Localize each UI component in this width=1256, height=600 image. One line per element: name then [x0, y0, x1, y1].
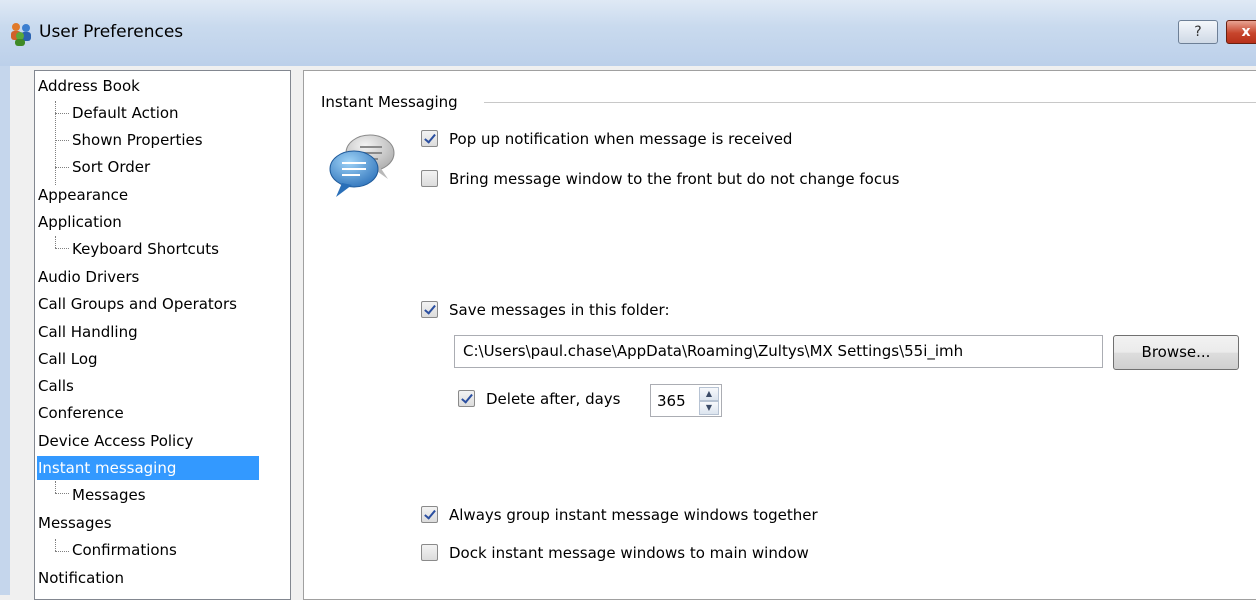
tree-guide — [55, 236, 56, 248]
tree-guide — [55, 481, 56, 493]
delete-days-value[interactable]: 365 — [657, 392, 686, 410]
tree-guide — [55, 493, 69, 494]
window-title: User Preferences — [39, 22, 184, 42]
delete-after-label: Delete after, days — [486, 390, 621, 408]
tree-guide — [55, 167, 69, 168]
delete-days-stepper[interactable]: 365 ▲ ▼ — [650, 384, 722, 417]
folder-path-input[interactable]: C:\Users\paul.chase\AppData\Roaming\Zult… — [454, 335, 1103, 368]
help-button[interactable]: ? — [1178, 20, 1218, 44]
popup-notification-label: Pop up notification when message is rece… — [449, 130, 793, 148]
tree-item-confirmations[interactable]: Confirmations — [72, 538, 177, 562]
bring-to-front-checkbox[interactable] — [421, 170, 438, 187]
tree-item-address-book[interactable]: Address Book — [38, 74, 140, 98]
group-windows-label: Always group instant message windows tog… — [449, 506, 818, 524]
people-icon — [11, 23, 31, 46]
tree-item-calls[interactable]: Calls — [38, 374, 74, 398]
bring-to-front-label: Bring message window to the front but do… — [449, 170, 900, 188]
tree-item-sort-order[interactable]: Sort Order — [72, 155, 150, 179]
dock-windows-checkbox[interactable] — [421, 544, 438, 561]
tree-item-notification[interactable]: Notification — [38, 566, 124, 590]
tree-guide — [55, 551, 69, 552]
tree-guide — [55, 539, 56, 551]
group-title: Instant Messaging — [321, 93, 462, 111]
tree-item-call-handling[interactable]: Call Handling — [38, 320, 138, 344]
tree-item-messages[interactable]: Messages — [38, 511, 112, 535]
tree-item-conference[interactable]: Conference — [38, 401, 124, 425]
tree-item-instant-messaging[interactable]: Instant messaging — [37, 456, 259, 480]
group-divider — [484, 102, 1256, 103]
tree-item-device-access-policy[interactable]: Device Access Policy — [38, 429, 193, 453]
tree-item-audio-drivers[interactable]: Audio Drivers — [38, 265, 139, 289]
title-bar: User Preferences ? x — [0, 0, 1256, 66]
window-edge — [0, 66, 10, 595]
tree-item-call-groups[interactable]: Call Groups and Operators — [38, 292, 237, 316]
tree-guide — [55, 248, 69, 249]
save-messages-checkbox[interactable] — [421, 301, 438, 318]
popup-notification-checkbox[interactable] — [421, 130, 438, 147]
tree-item-appearance[interactable]: Appearance — [38, 183, 128, 207]
tree-guide — [55, 113, 69, 114]
tree-item-keyboard-shortcuts[interactable]: Keyboard Shortcuts — [72, 237, 219, 261]
tree-item-shown-properties[interactable]: Shown Properties — [72, 128, 203, 152]
tree-item-application[interactable]: Application — [38, 210, 122, 234]
tree-item-call-log[interactable]: Call Log — [38, 347, 98, 371]
spin-down-icon[interactable]: ▼ — [699, 401, 719, 415]
tree-guide — [55, 140, 69, 141]
tree-item-default-action[interactable]: Default Action — [72, 101, 179, 125]
delete-after-checkbox[interactable] — [458, 390, 475, 407]
spin-up-icon[interactable]: ▲ — [699, 387, 719, 401]
browse-button[interactable]: Browse... — [1113, 335, 1239, 370]
close-button[interactable]: x — [1226, 20, 1256, 44]
chat-bubbles-icon — [329, 134, 395, 197]
group-windows-checkbox[interactable] — [421, 506, 438, 523]
save-messages-label: Save messages in this folder: — [449, 301, 670, 319]
preferences-tree[interactable]: Address Book Default Action Shown Proper… — [34, 70, 291, 600]
dock-windows-label: Dock instant message windows to main win… — [449, 544, 809, 562]
tree-item-im-messages[interactable]: Messages — [72, 483, 146, 507]
